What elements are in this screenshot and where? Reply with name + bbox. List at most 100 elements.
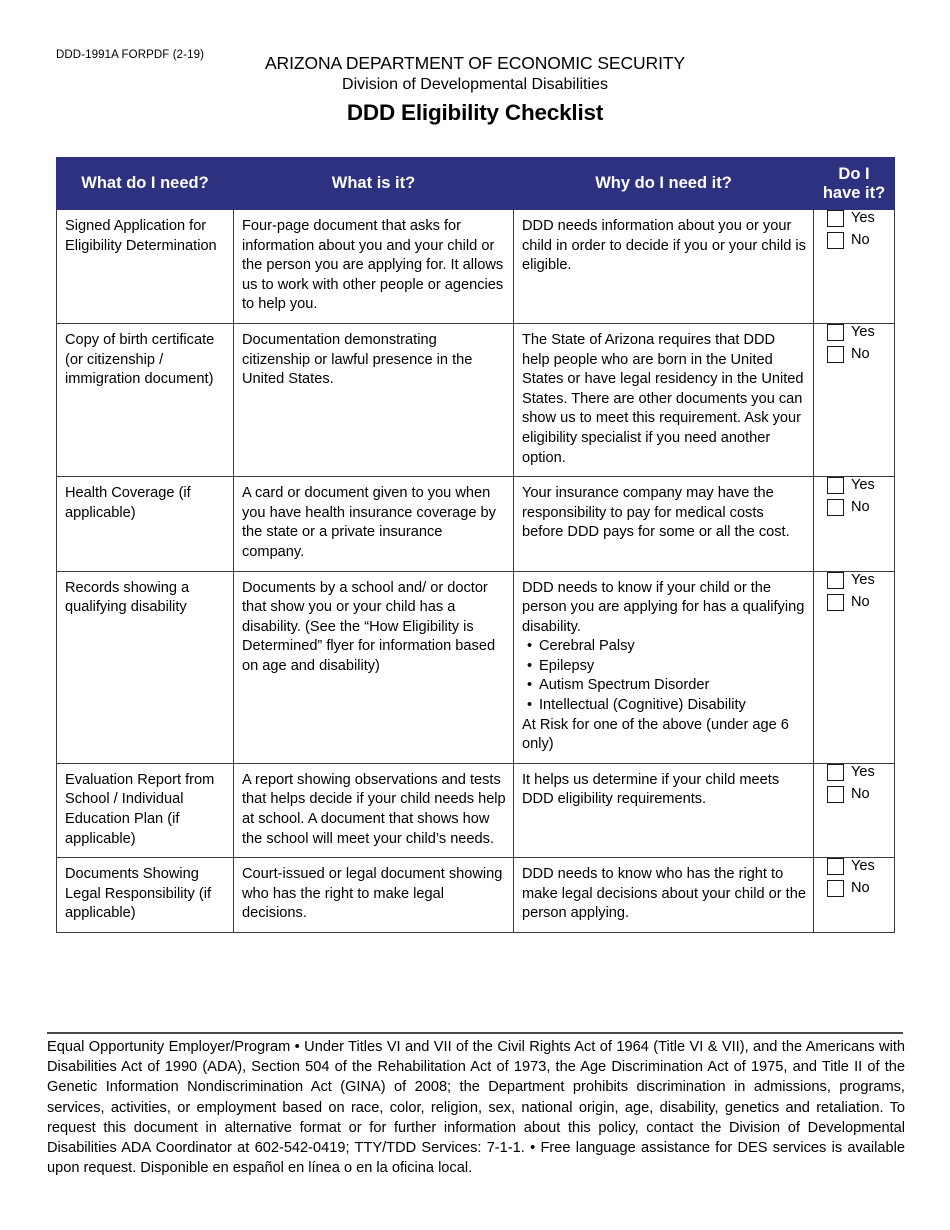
list-item: Cerebral Palsy xyxy=(522,637,806,657)
column-header-what-is-it: What is it? xyxy=(233,157,514,210)
cell-why: DDD needs information about you or your … xyxy=(513,209,814,324)
cell-what: A card or document given to you when you… xyxy=(233,476,514,572)
cell-why: DDD needs to know who has the right to m… xyxy=(513,857,814,933)
checkbox-yes-label: Yes xyxy=(851,210,875,226)
checkbox-no[interactable]: No xyxy=(827,345,870,363)
checkbox-no-box[interactable] xyxy=(827,880,844,898)
cell-have-it: Yes No xyxy=(813,209,895,324)
checkbox-no[interactable]: No xyxy=(827,593,870,611)
checkbox-no-box[interactable] xyxy=(827,593,844,611)
need-text: Copy of birth certificate (or citizenshi… xyxy=(65,331,215,388)
what-text: A card or document given to you when you… xyxy=(242,485,496,560)
checkbox-yes-label: Yes xyxy=(851,763,875,780)
cell-have-it: Yes No xyxy=(813,857,895,933)
agency-heading: ARIZONA DEPARTMENT OF ECONOMIC SECURITY … xyxy=(0,52,950,95)
column-header-what-do-i-need: What do I need? xyxy=(56,157,234,210)
cell-what: Court-issued or legal document showing w… xyxy=(233,857,514,933)
table-header-row: What do I need? What is it? Why do I nee… xyxy=(56,157,895,210)
checkbox-yes-label: Yes xyxy=(851,323,875,340)
cell-need: Copy of birth certificate (or citizenshi… xyxy=(56,322,234,478)
checkbox-yes-box[interactable] xyxy=(827,858,844,876)
checkbox-no-box[interactable] xyxy=(827,345,844,363)
column-header-line-2: have it? xyxy=(822,183,886,202)
checkbox-yes[interactable]: Yes xyxy=(827,858,875,876)
checkbox-no[interactable]: No xyxy=(827,785,870,803)
eligibility-checklist-table: What do I need? What is it? Why do I nee… xyxy=(56,157,895,933)
checkbox-yes[interactable]: Yes xyxy=(827,210,875,227)
checkbox-group: Yes No xyxy=(814,210,894,249)
why-block: DDD needs to know if your child or the p… xyxy=(514,572,813,763)
cell-why: It helps us determine if your child meet… xyxy=(513,762,814,859)
page-title: DDD Eligibility Checklist xyxy=(346,100,604,125)
checkbox-no-label: No xyxy=(851,880,870,897)
what-text: Documentation demonstrating citizenship … xyxy=(242,331,473,388)
table-body: Signed Application for Eligibility Deter… xyxy=(56,209,895,933)
cell-have-it: Yes No xyxy=(813,762,895,859)
checkbox-yes-box[interactable] xyxy=(827,763,844,781)
why-text: DDD needs information about you or your … xyxy=(522,218,806,274)
table-row: Copy of birth certificate (or citizenshi… xyxy=(56,322,895,478)
table-header: What do I need? What is it? Why do I nee… xyxy=(56,157,895,210)
checkbox-yes[interactable]: Yes xyxy=(827,763,875,781)
cell-why: The State of Arizona requires that DDD h… xyxy=(513,322,814,478)
checkbox-no-label: No xyxy=(851,499,870,516)
table-row: Evaluation Report from School / Individu… xyxy=(56,762,895,859)
cell-need: Records showing a qualifying disability xyxy=(56,570,234,764)
why-text: It helps us determine if your child meet… xyxy=(522,771,780,808)
cell-why: DDD needs to know if your child or the p… xyxy=(513,570,814,764)
checkbox-yes[interactable]: Yes xyxy=(827,323,875,341)
cell-what: A report showing observations and tests … xyxy=(233,762,514,859)
column-header-why-do-i-need-it: Why do I need it? xyxy=(513,157,814,210)
table-row: Documents Showing Legal Responsibility (… xyxy=(56,857,895,933)
checkbox-no[interactable]: No xyxy=(827,499,870,517)
checkbox-no-box[interactable] xyxy=(827,499,844,517)
checkbox-no-label: No xyxy=(851,345,870,362)
table-row: Records showing a qualifying disability … xyxy=(56,570,895,764)
what-text: Documents by a school and/ or doctor tha… xyxy=(242,579,496,674)
cell-have-it: Yes No xyxy=(813,322,895,478)
list-item: Intellectual (Cognitive) Disability xyxy=(522,696,806,716)
checkbox-yes-box[interactable] xyxy=(827,571,844,589)
list-item: Autism Spectrum Disorder xyxy=(522,676,806,696)
need-text: Documents Showing Legal Responsibility (… xyxy=(65,866,212,922)
checkbox-no-label: No xyxy=(851,785,870,802)
why-text: DDD needs to know who has the right to m… xyxy=(522,866,806,922)
need-text: Records showing a qualifying disability xyxy=(65,579,190,616)
column-header-do-i-have-it: Do I have it? xyxy=(813,157,895,210)
why-text: DDD needs to know if your child or the p… xyxy=(522,579,805,635)
cell-have-it: Yes No xyxy=(813,476,895,572)
what-text: A report showing observations and tests … xyxy=(242,771,506,847)
checkbox-no[interactable]: No xyxy=(827,232,870,249)
cell-why: Your insurance company may have the resp… xyxy=(513,476,814,572)
cell-have-it: Yes No xyxy=(813,570,895,764)
document-page: DDD-1991A FORPDF (2-19) ARIZONA DEPARTME… xyxy=(0,0,950,1230)
division-name: Division of Developmental Disabilities xyxy=(342,76,608,93)
cell-need: Documents Showing Legal Responsibility (… xyxy=(56,857,234,933)
checkbox-yes-label: Yes xyxy=(851,477,875,494)
why-text: The State of Arizona requires that DDD h… xyxy=(522,331,804,466)
checkbox-group: Yes No xyxy=(814,323,894,363)
checkbox-yes[interactable]: Yes xyxy=(827,571,875,589)
cell-need: Health Coverage (if applicable) xyxy=(56,476,234,572)
cell-need: Signed Application for Eligibility Deter… xyxy=(56,209,234,324)
checkbox-yes-box[interactable] xyxy=(827,477,844,495)
checkbox-yes-box[interactable] xyxy=(827,323,844,341)
table-row: Health Coverage (if applicable) A card o… xyxy=(56,476,895,572)
cell-need: Evaluation Report from School / Individu… xyxy=(56,762,234,859)
checkbox-yes[interactable]: Yes xyxy=(827,477,875,495)
list-item: Epilepsy xyxy=(522,657,806,677)
footer-divider xyxy=(47,1032,903,1034)
table-row: Signed Application for Eligibility Deter… xyxy=(56,209,895,324)
checkbox-no-box[interactable] xyxy=(827,232,844,249)
what-text: Four-page document that asks for informa… xyxy=(242,218,504,313)
checkbox-yes-box[interactable] xyxy=(827,210,844,227)
agency-name: ARIZONA DEPARTMENT OF ECONOMIC SECURITY xyxy=(264,53,686,73)
checkbox-group: Yes No xyxy=(814,477,894,517)
checkbox-no-label: No xyxy=(851,593,870,610)
checkbox-no-box[interactable] xyxy=(827,785,844,803)
checkbox-yes-label: Yes xyxy=(851,858,875,875)
cell-what: Four-page document that asks for informa… xyxy=(233,209,514,324)
why-text: Your insurance company may have the resp… xyxy=(522,485,790,541)
checkbox-yes-label: Yes xyxy=(851,571,875,588)
checkbox-no[interactable]: No xyxy=(827,880,870,898)
